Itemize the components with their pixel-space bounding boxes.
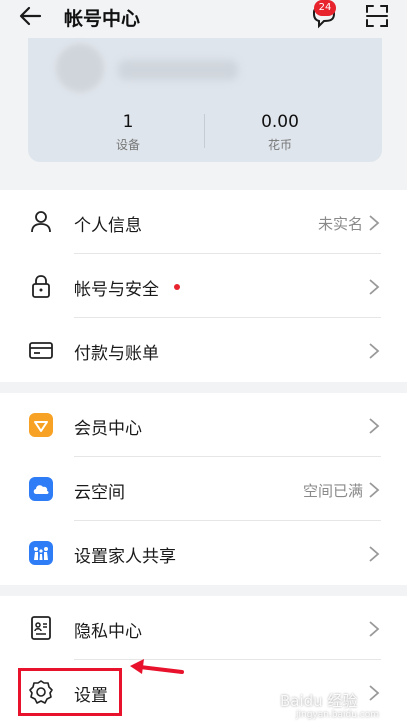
message-count-badge: 24: [314, 0, 336, 16]
stat-label: 花币: [267, 138, 292, 152]
chevron-right-icon: [369, 482, 380, 498]
cloud-icon: [29, 477, 53, 501]
member-icon: [29, 413, 53, 437]
row-family-share[interactable]: 设置家人共享: [0, 521, 407, 585]
scan-icon[interactable]: [364, 3, 390, 29]
row-label: 云空间: [74, 483, 125, 503]
stat-devices[interactable]: 1 设备: [68, 112, 188, 153]
account-name-blurred: [118, 60, 238, 80]
watermark: Baidu 经验: [280, 692, 358, 710]
profile-card[interactable]: 1 设备 0.00 花币: [28, 38, 382, 162]
stat-label: 设备: [115, 138, 140, 152]
annotation-highlight-box: [18, 668, 122, 716]
card-icon: [29, 342, 53, 359]
settings-section-services: 会员中心 云空间 空间已满 设置家人共享: [0, 393, 407, 585]
row-label: 付款与账单: [74, 344, 159, 364]
stat-coins[interactable]: 0.00 花币: [220, 112, 340, 153]
row-privacy-center[interactable]: 隐私中心: [0, 596, 407, 660]
chevron-right-icon: [369, 418, 380, 434]
avatar[interactable]: [56, 44, 104, 92]
back-arrow-icon[interactable]: [18, 3, 44, 29]
notification-dot: [174, 284, 180, 290]
row-label: 个人信息: [74, 216, 142, 236]
chevron-right-icon: [369, 621, 380, 637]
row-personal-info[interactable]: 个人信息 未实名: [0, 190, 407, 254]
row-account-security[interactable]: 帐号与安全: [0, 254, 407, 318]
annotation-arrow-icon: [130, 659, 184, 674]
row-payment-billing[interactable]: 付款与账单: [0, 318, 407, 382]
row-cloud-space[interactable]: 云空间 空间已满: [0, 457, 407, 521]
chevron-right-icon: [369, 546, 380, 562]
chevron-right-icon: [369, 215, 380, 231]
settings-section-account: 个人信息 未实名 帐号与安全 付款与账单: [0, 190, 407, 382]
page-title: 帐号中心: [64, 8, 141, 30]
person-icon: [31, 211, 51, 233]
row-label: 隐私中心: [74, 622, 142, 642]
lock-icon: [32, 275, 50, 298]
stat-divider: [204, 114, 205, 148]
privacy-icon: [31, 616, 51, 640]
family-share-icon: [29, 541, 53, 565]
row-label: 设置家人共享: [74, 547, 176, 567]
row-label: 帐号与安全: [74, 280, 159, 300]
row-member-center[interactable]: 会员中心: [0, 393, 407, 457]
top-bar: 帐号中心 24: [0, 0, 407, 40]
chevron-right-icon: [369, 279, 380, 295]
chevron-right-icon: [369, 685, 380, 701]
watermark-url: jingyan.baidu.com: [296, 710, 380, 720]
chevron-right-icon: [369, 343, 380, 359]
row-value: 空间已满: [302, 482, 363, 500]
row-label: 会员中心: [74, 419, 142, 439]
row-value: 未实名: [317, 215, 363, 233]
stat-value: 0.00: [261, 112, 299, 132]
stat-value: 1: [122, 112, 134, 132]
